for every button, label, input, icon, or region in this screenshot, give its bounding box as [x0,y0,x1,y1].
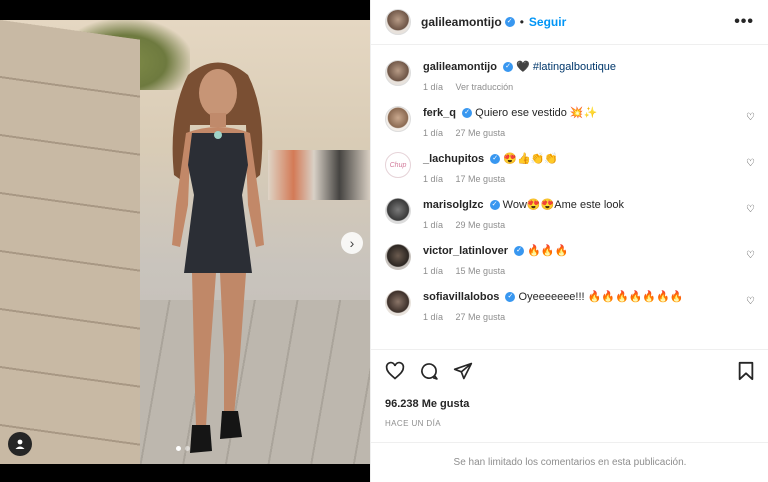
limited-comments-notice: Se han limitado los comentarios en esta … [371,442,768,482]
comment-likes[interactable]: 29 Me gusta [456,220,506,230]
commenter-username[interactable]: sofiavillalobos [423,291,499,303]
post-caption: galileamontijo ✓ 🖤 #latingalboutique 1 d… [385,60,755,92]
carousel-dots [176,446,190,451]
post-photo[interactable]: › [0,0,370,482]
comment-likes[interactable]: 15 Me gusta [456,266,506,276]
commenter-avatar[interactable]: Chup [385,152,411,178]
carousel-dot [185,446,190,451]
comment-like-heart-icon[interactable]: ♡ [746,296,755,307]
comment-time: 1 día [423,266,444,276]
caption-author-username[interactable]: galileamontijo [423,61,497,73]
comment-like-heart-icon[interactable]: ♡ [746,158,755,169]
comment-like-heart-icon[interactable]: ♡ [746,250,755,261]
heart-icon[interactable] [385,361,405,386]
commenter-username[interactable]: _lachupitos [423,153,484,165]
comment-text: 😍👍👏👏 [503,153,559,165]
comment-time: 1 día [423,312,444,322]
verified-badge-icon: ✓ [514,246,525,257]
photo-top-letterbox [0,0,370,20]
verified-badge-icon: ✓ [489,200,500,211]
comment-likes[interactable]: 27 Me gusta [456,312,506,322]
caption-time: 1 día [423,82,444,92]
comment-icon[interactable] [419,361,439,386]
action-icons-row [385,361,755,386]
commenter-avatar[interactable] [385,290,411,316]
commenter-avatar[interactable] [385,244,411,270]
comment-time: 1 día [423,128,444,138]
comment-text: Quiero ese vestido 💥✨ [475,107,598,119]
post-actions: 96.238 Me gusta Hace un día [371,349,768,428]
commenter-avatar[interactable] [385,198,411,224]
verified-badge-icon: ✓ [505,292,516,303]
caption-heart-emoji: 🖤 [516,61,530,73]
post-time-ago: Hace un día [385,419,441,428]
verified-badge-icon: ✓ [504,17,515,27]
comment-like-heart-icon[interactable]: ♡ [746,204,755,215]
caption-hashtag-link[interactable]: #latingalboutique [533,61,616,73]
verified-badge-icon: ✓ [490,154,501,165]
translate-link[interactable]: Ver traducción [456,82,514,92]
follow-button[interactable]: Seguir [529,15,566,29]
photo-bottom-letterbox [0,464,370,482]
list-item: victor_latinlover ✓ 🔥🔥🔥 1 día 15 Me gust… [385,244,755,276]
user-tag-icon[interactable] [8,432,32,456]
comment-like-heart-icon[interactable]: ♡ [746,112,755,123]
chevron-right-icon[interactable]: › [341,232,363,254]
commenter-username[interactable]: marisolglzc [423,199,484,211]
bookmark-icon[interactable] [737,361,755,386]
commenter-avatar[interactable] [385,106,411,132]
comment-time: 1 día [423,174,444,184]
photo-stone-wall [0,20,140,482]
comments-list[interactable]: galileamontijo ✓ 🖤 #latingalboutique 1 d… [371,46,768,348]
caption-author-avatar[interactable] [385,60,411,86]
comment-time: 1 día [423,220,444,230]
author-avatar[interactable] [385,9,411,35]
photo-woman-figure [172,62,264,453]
post-side-panel: galileamontijo ✓ • Seguir ••• galileamon… [370,0,768,482]
carousel-dot-active [176,446,181,451]
comment-likes[interactable]: 17 Me gusta [456,174,506,184]
likes-count[interactable]: 96.238 Me gusta [385,398,755,410]
list-item: marisolglzc ✓ Wow😍😍Ame este look 1 día 2… [385,198,755,230]
list-item: ferk_q ✓ Quiero ese vestido 💥✨ 1 día 27 … [385,106,755,138]
comment-text: 🔥🔥🔥 [527,245,569,257]
comment-text: Wow😍😍Ame este look [502,199,624,211]
verified-badge-icon: ✓ [503,62,514,73]
verified-badge-icon: ✓ [462,108,473,119]
author-username[interactable]: galileamontijo [421,15,502,29]
comment-likes[interactable]: 27 Me gusta [456,128,506,138]
more-options-icon[interactable]: ••• [734,13,754,31]
post-header: galileamontijo ✓ • Seguir ••• [371,0,768,45]
list-item: sofiavillalobos ✓ Oyeeeeeee!!! 🔥🔥🔥🔥🔥🔥🔥 1… [385,290,755,322]
commenter-username[interactable]: ferk_q [423,107,456,119]
header-separator: • [519,15,524,29]
list-item: Chup _lachupitos ✓ 😍👍👏👏 1 día 17 Me gust… [385,152,755,184]
comment-text: Oyeeeeeee!!! 🔥🔥🔥🔥🔥🔥🔥 [518,291,684,303]
commenter-username[interactable]: victor_latinlover [423,245,508,257]
share-icon[interactable] [453,361,473,386]
